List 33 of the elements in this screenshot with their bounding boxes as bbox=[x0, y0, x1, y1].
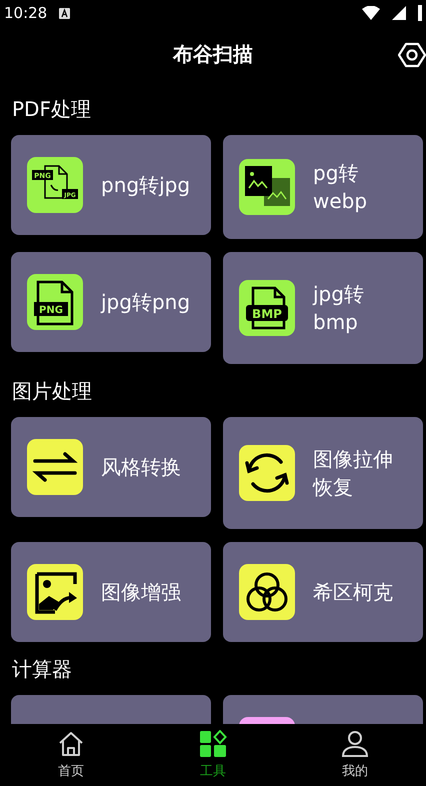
wifi-icon bbox=[362, 6, 380, 20]
tool-card[interactable]: 希区柯克 bbox=[223, 542, 423, 642]
tool-card[interactable]: BMP jpg转 bmp bbox=[223, 252, 423, 364]
nav-tab[interactable]: 工具 bbox=[142, 724, 284, 786]
tool-label: 图像增强 bbox=[101, 579, 181, 606]
tool-label: jpg转 bmp bbox=[313, 281, 364, 336]
status-time: 10:28 bbox=[4, 4, 48, 22]
tool-label: 风格转换 bbox=[101, 454, 181, 481]
settings-icon[interactable] bbox=[398, 41, 426, 69]
home-icon bbox=[57, 730, 85, 758]
tool-label: 图像拉伸 恢复 bbox=[313, 446, 393, 501]
nav-tab[interactable]: 首页 bbox=[0, 724, 142, 786]
app-title: 布谷扫描 bbox=[173, 40, 253, 68]
tool-card[interactable]: PNG jpg转png bbox=[11, 252, 211, 352]
png-file-icon: PNG bbox=[27, 274, 83, 330]
tool-card[interactable]: pg转 webp bbox=[223, 135, 423, 239]
person-icon bbox=[341, 730, 369, 758]
tool-label: png转jpg bbox=[101, 172, 190, 199]
section-title: 图片处理 bbox=[12, 378, 93, 405]
tool-card[interactable]: 图像增强 bbox=[11, 542, 211, 642]
section-title: PDF处理 bbox=[12, 96, 92, 123]
battery-icon bbox=[418, 5, 422, 21]
section-title: 计算器 bbox=[12, 656, 73, 683]
tool-card[interactable]: 风格转换 bbox=[11, 417, 211, 517]
signal-icon bbox=[392, 6, 406, 20]
grid-icon bbox=[199, 730, 227, 758]
bmp-file-icon: BMP bbox=[239, 280, 295, 336]
notification-icon bbox=[59, 8, 70, 18]
tool-label: pg转 webp bbox=[313, 160, 368, 215]
tool-card[interactable]: 图像拉伸 恢复 bbox=[223, 417, 423, 529]
tool-label: jpg转png bbox=[101, 289, 190, 316]
nav-tab[interactable]: 我的 bbox=[284, 724, 426, 786]
tool-label: 希区柯克 bbox=[313, 579, 393, 606]
